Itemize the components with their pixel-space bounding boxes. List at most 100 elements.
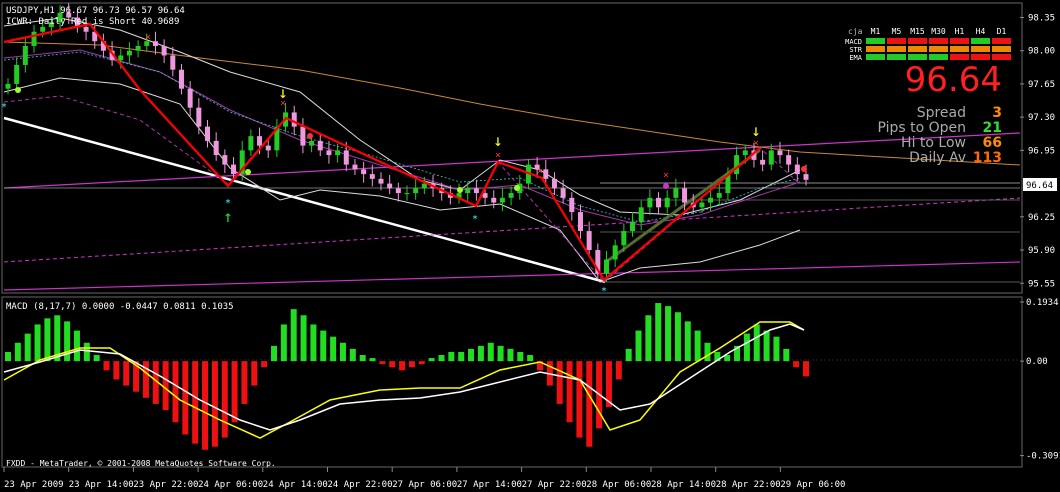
candle-body	[742, 150, 748, 156]
cyan-star-icon: *	[472, 214, 478, 225]
price-tick-label: 98.35	[1028, 13, 1055, 23]
macd-bar	[123, 361, 130, 386]
macd-bar	[635, 330, 642, 362]
macd-tick-label: 0.00	[1026, 357, 1048, 367]
macd-bar	[34, 324, 41, 362]
cross-marker-icon: ×	[753, 138, 759, 149]
candle-body	[794, 164, 800, 175]
stat-value: 3	[992, 105, 1002, 121]
macd-bar	[241, 361, 248, 404]
cross-marker-icon: ×	[495, 150, 501, 161]
candle-body	[716, 193, 722, 198]
candle-body	[656, 197, 662, 208]
time-tick-label: 27 Apr 06:00	[392, 480, 457, 490]
macd-bar	[221, 361, 228, 438]
macd-bar	[359, 355, 366, 362]
time-tick-label: 27 Apr 14:00	[457, 480, 522, 490]
macd-bar	[310, 324, 317, 362]
cyan-star-icon: *	[601, 286, 607, 297]
macd-bar	[5, 351, 11, 362]
macd-bar	[566, 361, 573, 423]
candle-body	[404, 193, 410, 195]
candle-body	[335, 150, 341, 156]
candle-body	[378, 178, 384, 184]
cross-marker-icon: ×	[280, 98, 286, 109]
cross-marker-icon: ×	[145, 32, 151, 43]
up-arrow-icon: ↑	[223, 207, 233, 226]
macd-bar	[14, 342, 21, 362]
macd-bar	[261, 361, 268, 368]
candle-body	[222, 155, 228, 165]
green-dot-icon	[457, 187, 463, 193]
macd-bar	[290, 309, 297, 362]
macd-bar	[773, 336, 780, 362]
signal-cell	[887, 46, 906, 52]
macd-bar	[83, 342, 90, 362]
candle-body	[352, 164, 358, 170]
green-dot-icon	[245, 169, 251, 175]
trading-chart[interactable]: ↓ ↓ ↓ ↑ × × × × × × * * * * USDJPY,H1 96…	[0, 0, 1060, 492]
signal-cell	[866, 46, 885, 52]
down-arrow-icon: ↓	[493, 131, 503, 150]
candle-body	[369, 174, 375, 179]
candle-body	[135, 45, 141, 51]
macd-bar	[93, 355, 100, 362]
candle-body	[638, 207, 644, 222]
candle-body	[473, 188, 479, 194]
candle-body	[777, 150, 783, 156]
macd-bar	[349, 348, 356, 362]
time-tick-label: 23 Apr 2009	[4, 480, 64, 490]
stat-value: 113	[973, 150, 1002, 166]
candle-body	[300, 126, 306, 146]
time-tick-label: 23 Apr 14:00	[69, 480, 134, 490]
macd-bar	[556, 361, 563, 404]
candle-body	[152, 41, 158, 46]
price-tick-label: 95.55	[1028, 279, 1055, 289]
macd-bar	[300, 315, 307, 362]
signal-cell	[950, 46, 969, 52]
macd-bar	[684, 321, 691, 362]
price-tick-label: 97.65	[1028, 80, 1055, 90]
candle-body	[465, 188, 471, 194]
macd-bar	[44, 318, 51, 362]
macd-bar	[399, 361, 406, 371]
timeframe-header: D1	[997, 27, 1007, 36]
candle-body	[708, 197, 714, 203]
macd-bar	[517, 351, 524, 362]
time-tick-label: 23 Apr 22:00	[133, 480, 198, 490]
candle-body	[291, 112, 297, 127]
macd-bar	[487, 342, 494, 362]
timeframe-header: M30	[931, 27, 946, 36]
candle-body	[265, 145, 271, 151]
candle-body	[231, 164, 237, 175]
time-tick-label: 24 Apr 22:00	[328, 480, 393, 490]
time-tick-label: 24 Apr 06:00	[198, 480, 263, 490]
candle-body	[118, 55, 124, 61]
macd-bar	[113, 361, 120, 380]
candle-body	[83, 26, 89, 32]
macd-bar	[73, 330, 80, 362]
cyan-star-icon: *	[1, 102, 7, 113]
price-tick-label: 98.00	[1028, 47, 1055, 57]
macd-bar	[172, 361, 179, 423]
signal-cell	[887, 38, 906, 44]
macd-bar	[280, 324, 287, 362]
time-tick-label: 28 Apr 22:00	[716, 480, 781, 490]
candle-body	[699, 202, 705, 208]
macd-bar	[320, 330, 327, 362]
candle-body	[543, 169, 549, 179]
macd-bar	[586, 361, 593, 447]
macd-bar	[793, 361, 800, 368]
time-tick-label: 28 Apr 14:00	[651, 480, 716, 490]
macd-bar	[497, 345, 504, 362]
green-dot-icon	[15, 87, 21, 93]
time-tick-label: 27 Apr 22:00	[522, 480, 587, 490]
macd-bar	[753, 324, 760, 362]
signal-cell	[971, 46, 990, 52]
macd-bar	[408, 361, 415, 368]
macd-bar	[369, 358, 376, 362]
panel-title: cja	[848, 27, 863, 36]
candle-body	[413, 188, 419, 194]
signal-row-label: EMA	[849, 54, 862, 62]
timeframe-header: M1	[871, 27, 881, 36]
